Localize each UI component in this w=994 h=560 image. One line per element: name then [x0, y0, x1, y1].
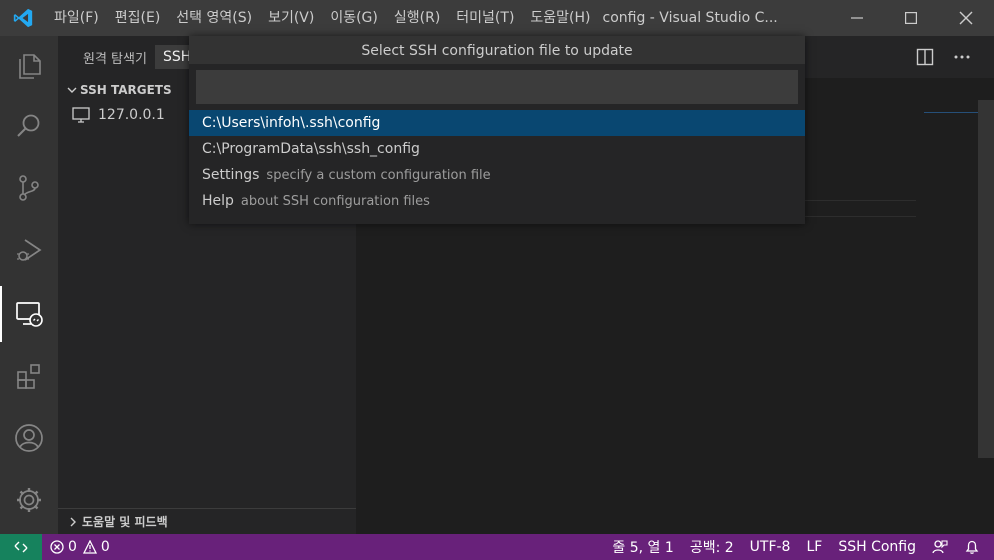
- quick-pick-item[interactable]: Settings specify a custom configuration …: [189, 162, 805, 188]
- sidebar-title: 원격 탐색기: [83, 51, 147, 67]
- close-window-button[interactable]: [943, 0, 989, 36]
- split-editor-button[interactable]: [912, 44, 938, 70]
- end-of-line[interactable]: LF: [798, 534, 830, 560]
- language-mode[interactable]: SSH Config: [830, 534, 924, 560]
- status-bar: 0 0 줄 5, 열 1 공백: 2 UTF-8 LF SSH Config: [0, 534, 994, 560]
- warning-icon: [82, 540, 97, 554]
- remote-explorer-button[interactable]: [0, 286, 58, 342]
- quick-pick-item-description: about SSH configuration files: [240, 193, 430, 209]
- notifications-button[interactable]: [956, 534, 994, 560]
- editor-scrollbar[interactable]: [978, 100, 994, 458]
- quick-pick-item-label: Settings: [202, 167, 260, 183]
- ssh-target-label: 127.0.0.1: [98, 107, 165, 123]
- extensions-icon: [17, 364, 40, 389]
- menu-view[interactable]: 보기(V): [260, 0, 322, 36]
- manage-button[interactable]: [0, 472, 58, 528]
- title-bar: 파일(F) 편집(E) 선택 영역(S) 보기(V) 이동(G) 실행(R) 터…: [0, 0, 994, 36]
- quick-pick-item-label: C:\ProgramData\ssh\ssh_config: [202, 141, 420, 157]
- extensions-button[interactable]: [0, 348, 58, 404]
- error-icon: [50, 540, 64, 554]
- explorer-button[interactable]: [0, 38, 58, 94]
- minimize-button[interactable]: [834, 0, 880, 36]
- source-control-icon: [19, 175, 39, 201]
- quick-pick-widget: Select SSH configuration file to update …: [189, 36, 805, 224]
- menu-selection[interactable]: 선택 영역(S): [168, 0, 260, 36]
- search-icon: [17, 114, 40, 137]
- split-editor-icon: [916, 48, 934, 66]
- source-control-button[interactable]: [0, 160, 58, 216]
- bell-icon: [965, 540, 979, 554]
- run-debug-icon: [17, 239, 42, 261]
- quick-pick-input[interactable]: [196, 70, 798, 104]
- quick-pick-item[interactable]: Help about SSH configuration files: [189, 188, 805, 214]
- account-icon: [15, 424, 43, 452]
- quick-pick-item-description: specify a custom configuration file: [266, 167, 491, 183]
- quick-pick-item-label: Help: [202, 193, 234, 209]
- ssh-targets-label: SSH TARGETS: [80, 83, 172, 97]
- warning-count: 0: [100, 539, 110, 555]
- feedback-button[interactable]: [924, 534, 956, 560]
- search-button[interactable]: [0, 98, 58, 154]
- problems-indicator[interactable]: 0 0: [42, 534, 118, 560]
- menu-run[interactable]: 실행(R): [386, 0, 448, 36]
- close-icon: [959, 11, 973, 25]
- remote-icon: [14, 541, 28, 553]
- chevron-down-icon: [64, 84, 80, 96]
- indentation[interactable]: 공백: 2: [682, 534, 742, 560]
- menu-go[interactable]: 이동(G): [322, 0, 386, 36]
- activity-bar: [0, 36, 58, 534]
- help-feedback-label: 도움말 및 피드백: [82, 515, 168, 529]
- error-count: 0: [68, 539, 77, 555]
- quick-pick-item-label: C:\Users\infoh\.ssh\config: [202, 115, 381, 131]
- quick-pick-item[interactable]: C:\Users\infoh\.ssh\config: [189, 110, 805, 136]
- more-actions-button[interactable]: [949, 44, 975, 70]
- vscode-logo-icon: [0, 0, 46, 36]
- minimize-icon: [851, 17, 863, 19]
- cursor-position[interactable]: 줄 5, 열 1: [604, 534, 681, 560]
- menu-terminal[interactable]: 터미널(T): [448, 0, 522, 36]
- more-icon: [954, 55, 970, 59]
- files-icon: [19, 54, 41, 79]
- quick-pick-title: Select SSH configuration file to update: [189, 36, 805, 64]
- minimap-highlight: [924, 112, 978, 113]
- remote-explorer-icon: [16, 302, 43, 327]
- monitor-icon: [72, 107, 92, 123]
- remote-indicator-button[interactable]: [0, 534, 42, 560]
- maximize-icon: [905, 12, 917, 24]
- menu-help[interactable]: 도움말(H): [522, 0, 598, 36]
- window-title: config - Visual Studio C...: [602, 10, 778, 26]
- run-debug-button[interactable]: [0, 222, 58, 278]
- quick-pick-item[interactable]: C:\ProgramData\ssh\ssh_config: [189, 136, 805, 162]
- encoding[interactable]: UTF-8: [742, 534, 799, 560]
- menu-edit[interactable]: 편집(E): [107, 0, 169, 36]
- chevron-right-icon: [64, 516, 82, 528]
- accounts-button[interactable]: [0, 410, 58, 466]
- menu-file[interactable]: 파일(F): [46, 0, 107, 36]
- help-feedback-section-header[interactable]: 도움말 및 피드백: [58, 508, 356, 534]
- feedback-icon: [932, 540, 948, 554]
- quick-pick-input-wrap: [189, 64, 805, 110]
- maximize-button[interactable]: [888, 0, 934, 36]
- gear-icon: [17, 488, 41, 512]
